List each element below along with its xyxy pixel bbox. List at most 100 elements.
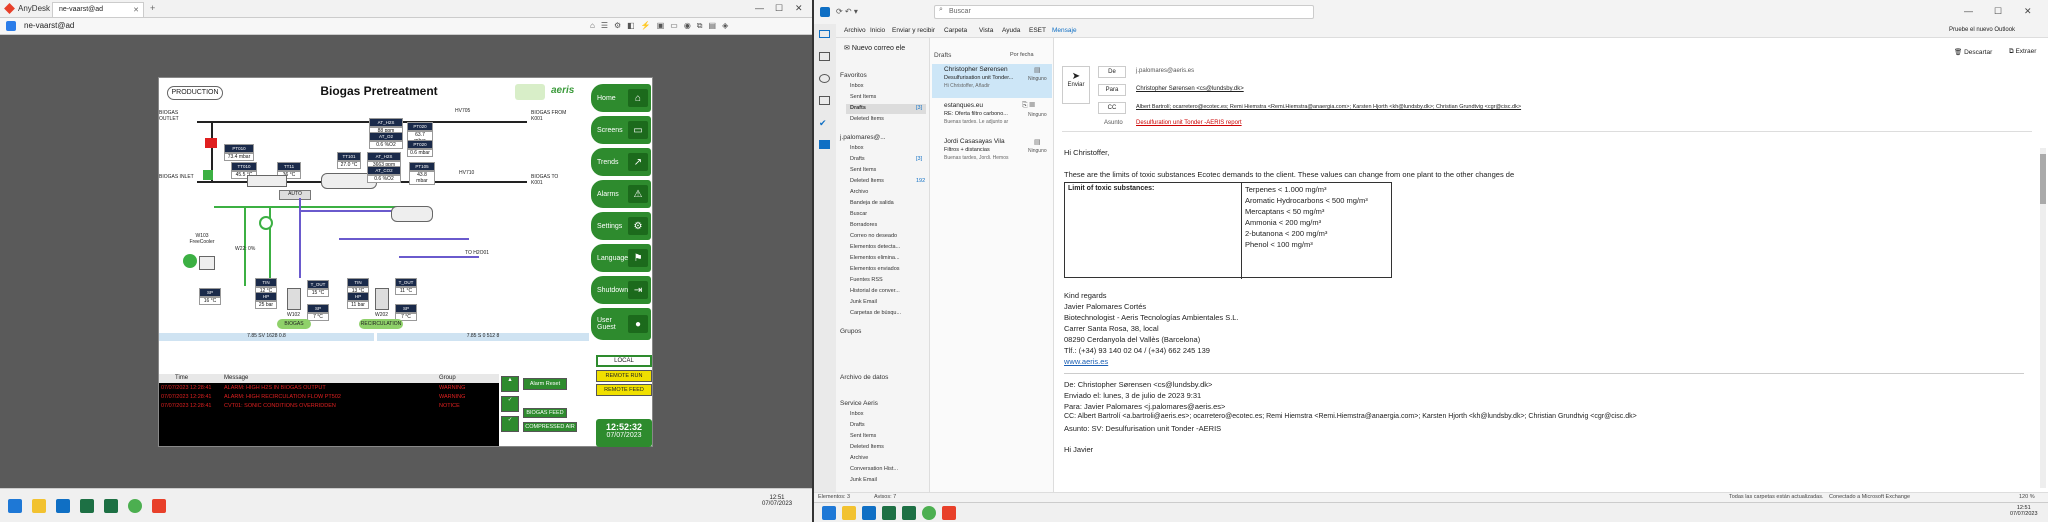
- tab-archivo[interactable]: Archivo: [844, 27, 866, 34]
- list-item[interactable]: Jordi Casasayas Vila Filtros + distancia…: [932, 136, 1052, 170]
- folder-item[interactable]: Inbox: [850, 83, 863, 89]
- cc-field[interactable]: Albert Bartrolí; ocarretero@ecotec.es; R…: [1136, 104, 1521, 110]
- alarm-row[interactable]: 07/07/2023 12:28:41 CVT01: SONIC CONDITIO…: [159, 403, 499, 412]
- folder-item[interactable]: Archivo: [850, 189, 868, 195]
- tout1-tag[interactable]: T_OUT 15 °C: [307, 280, 329, 297]
- tab-eset[interactable]: ESET: [1029, 27, 1046, 34]
- from-button[interactable]: De: [1098, 66, 1126, 78]
- recirculation-mode-button[interactable]: RECIRCULATION: [359, 319, 403, 329]
- start-icon[interactable]: [8, 499, 22, 513]
- archive-header[interactable]: Archivo de datos: [840, 374, 888, 381]
- to-button[interactable]: Para: [1098, 84, 1126, 96]
- people-icon[interactable]: [819, 74, 830, 83]
- folder-icon[interactable]: [32, 499, 46, 513]
- folder-item[interactable]: Deleted Items: [850, 178, 884, 184]
- maximize-icon[interactable]: ☐: [1994, 6, 2002, 17]
- anydesk-icon[interactable]: [152, 499, 166, 513]
- tab-enviar[interactable]: Enviar y recibir: [892, 27, 935, 34]
- folder-item[interactable]: Drafts: [850, 156, 865, 162]
- new-mail-button[interactable]: ✉ Nuevo correo ele: [844, 44, 924, 52]
- cc-button[interactable]: CC: [1098, 102, 1126, 114]
- scrollbar[interactable]: [2040, 148, 2046, 488]
- remote-feed-button[interactable]: REMOTE FEED: [596, 384, 652, 396]
- folder-item[interactable]: Carpetas de búsqu...: [850, 310, 901, 316]
- at-co2-tag[interactable]: AT_CO2 0.6 %O2: [367, 166, 401, 183]
- monitor-icon[interactable]: [6, 21, 16, 31]
- folder-item[interactable]: Buscar: [850, 211, 867, 217]
- tab-inicio[interactable]: Inicio: [870, 27, 885, 34]
- scroll-up-button[interactable]: ▲: [501, 376, 519, 392]
- pop-out-button[interactable]: ⧉ Extraer: [2009, 48, 2036, 56]
- quoted-sent[interactable]: Enviado el: lunes, 3 de julio de 2023 9:…: [1064, 391, 1201, 400]
- outlook-icon[interactable]: [56, 499, 70, 513]
- folder-item[interactable]: Inbox: [850, 411, 863, 417]
- sort-dropdown[interactable]: Por fecha: [1010, 52, 1034, 58]
- folder-item[interactable]: Deleted Items: [850, 116, 884, 122]
- quoted-cc[interactable]: CC: Albert Bartrolí <a.bartroli@aeris.es…: [1064, 413, 1637, 420]
- maximize-icon[interactable]: ☐: [775, 3, 783, 14]
- tab-ayuda[interactable]: Ayuda: [1002, 27, 1020, 34]
- folder-item[interactable]: Correo no deseado: [850, 233, 897, 239]
- email-regards[interactable]: Kind regards: [1064, 291, 1107, 300]
- chrome-icon[interactable]: [922, 506, 936, 520]
- hp2-tag[interactable]: HP 11 bar: [347, 292, 369, 309]
- pt010-tag[interactable]: PT010 73.4 mbar: [224, 144, 254, 161]
- email-greeting[interactable]: Hi Christoffer,: [1064, 148, 1109, 157]
- nav-language[interactable]: Language ⚑: [591, 244, 651, 272]
- nav-user[interactable]: User Guest ●: [591, 308, 651, 340]
- website-link[interactable]: www.aeris.es: [1064, 357, 1108, 366]
- folder-item[interactable]: Elementos detecta...: [850, 244, 900, 250]
- cooler-fan-icon[interactable]: [183, 254, 197, 268]
- to-field[interactable]: Christopher Sørensen <cs@lundsby.dk>: [1136, 86, 1244, 92]
- production-button[interactable]: PRODUCTION: [167, 86, 223, 100]
- folder-item[interactable]: Deleted Items: [850, 444, 884, 450]
- folder-item[interactable]: Fuentes RSS: [850, 277, 883, 283]
- local-button[interactable]: LOCAL: [596, 355, 652, 367]
- nav-screens[interactable]: Screens ▭: [591, 116, 651, 144]
- anydesk-icon[interactable]: [942, 506, 956, 520]
- toolbar-actions[interactable]: ⌂☰⚙◧⚡▣▭◉⧉▤◈: [590, 21, 734, 31]
- status-reminders[interactable]: Avisos: 7: [874, 494, 896, 500]
- at-o2-tag[interactable]: AT_O2 0.6 %O2: [369, 132, 403, 149]
- subject-field[interactable]: Desulfuration unit Tonder -AERIS report: [1136, 120, 1242, 126]
- close-icon[interactable]: ✕: [795, 3, 803, 14]
- tasks-icon[interactable]: ✔: [819, 118, 827, 129]
- alarm-row[interactable]: 07/07/2023 12:28:41 ALARM: HIGH H2S IN BI…: [159, 385, 499, 394]
- start-icon[interactable]: [822, 506, 836, 520]
- folder-item[interactable]: Bandeja de salida: [850, 200, 894, 206]
- folder-item[interactable]: Borradores: [850, 222, 877, 228]
- folder-item[interactable]: Junk Email: [850, 477, 877, 483]
- remote-run-button[interactable]: REMOTE RUN: [596, 370, 652, 382]
- folder-item[interactable]: Drafts: [850, 422, 865, 428]
- folder-icon[interactable]: [842, 506, 856, 520]
- service-header[interactable]: Service Aeris: [840, 400, 878, 407]
- folder-item[interactable]: Sent Items: [850, 167, 876, 173]
- sp1-tag[interactable]: SP 16 °C: [199, 288, 221, 305]
- nav-alarms[interactable]: Alarms ⚠: [591, 180, 651, 208]
- excel-icon[interactable]: [80, 499, 94, 513]
- valve-red-icon[interactable]: [205, 138, 217, 148]
- minimize-icon[interactable]: —: [755, 3, 764, 13]
- pump-icon[interactable]: [259, 216, 273, 230]
- signature-line[interactable]: Carrer Santa Rosa, 38, local: [1064, 324, 1159, 333]
- signature-line[interactable]: Biotechnologist - Aeris Tecnologías Ambi…: [1064, 313, 1239, 322]
- notes-icon[interactable]: [819, 96, 830, 105]
- biogas-feed-button[interactable]: BIOGAS FEED: [523, 408, 567, 418]
- nav-trends[interactable]: Trends ↗: [591, 148, 651, 176]
- excel-icon[interactable]: [902, 506, 916, 520]
- signature-line[interactable]: Tlf.: (+34) 93 140 02 04 / (+34) 662 245…: [1064, 346, 1210, 355]
- search-input[interactable]: Buscar: [934, 5, 1314, 19]
- limits-table[interactable]: Limit of toxic substances: Terpenes < 1.…: [1064, 182, 1392, 279]
- folder-item[interactable]: Conversation Hist...: [850, 466, 898, 472]
- tab-carpeta[interactable]: Carpeta: [944, 27, 967, 34]
- quick-access-icons[interactable]: ⟳ ↶ ▾: [836, 7, 858, 16]
- session-tab[interactable]: ne-vaarst@ad ✕: [52, 2, 144, 17]
- new-tab-icon[interactable]: +: [150, 3, 155, 13]
- account-header[interactable]: j.palomares@...: [840, 134, 886, 141]
- email-line1[interactable]: These are the limits of toxic substances…: [1064, 170, 1514, 179]
- folder-item[interactable]: Sent Items: [850, 94, 876, 100]
- folder-item[interactable]: Elementos elimina...: [850, 255, 900, 261]
- apps-icon[interactable]: [819, 140, 830, 149]
- nav-home[interactable]: Home ⌂: [591, 84, 651, 112]
- folder-item[interactable]: Sent Items: [850, 433, 876, 439]
